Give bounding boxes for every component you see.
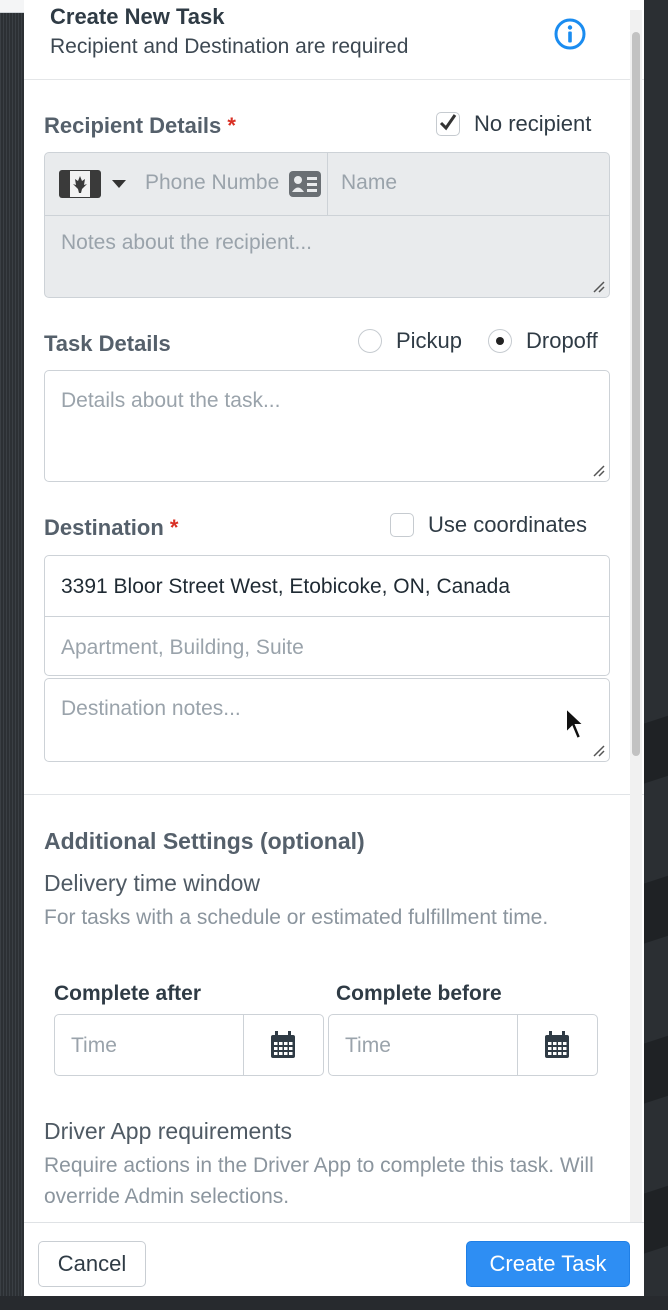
recipient-details-text: Recipient Details	[44, 113, 222, 138]
resize-handle-icon[interactable]	[593, 281, 605, 293]
resize-handle-icon[interactable]	[593, 465, 605, 477]
destination-notes-textarea[interactable]: Destination notes...	[44, 678, 610, 762]
pickup-label: Pickup	[396, 328, 463, 353]
no-recipient-option[interactable]: No recipient	[436, 111, 591, 137]
section-divider	[24, 794, 644, 795]
info-icon[interactable]	[554, 18, 586, 50]
destination-text: Destination	[44, 515, 164, 540]
chevron-down-icon	[112, 180, 126, 188]
checkmark-icon	[439, 114, 457, 131]
phone-input[interactable]: Phone Numbe	[145, 171, 279, 195]
panel-header: Create New Task Recipient and Destinatio…	[24, 0, 644, 80]
task-details-textarea[interactable]: Details about the task...	[44, 370, 610, 482]
dropoff-label: Dropoff	[526, 328, 598, 353]
panel-subtitle: Recipient and Destination are required	[50, 35, 409, 58]
pickup-option[interactable]: Pickup	[358, 328, 462, 354]
cancel-button[interactable]: Cancel	[38, 1241, 146, 1287]
recipient-group: Phone Numbe Name Notes about the recipie…	[44, 152, 610, 298]
use-coordinates-option[interactable]: Use coordinates	[390, 512, 587, 538]
resize-handle-icon[interactable]	[593, 745, 605, 757]
address-input[interactable]: 3391 Bloor Street West, Etobicoke, ON, C…	[44, 555, 610, 617]
panel-title: Create New Task	[50, 4, 225, 29]
scrollbar-thumb[interactable]	[632, 32, 640, 756]
map-background-right	[642, 0, 668, 1310]
no-recipient-label: No recipient	[474, 111, 592, 136]
apartment-placeholder: Apartment, Building, Suite	[61, 636, 304, 659]
calendar-icon[interactable]	[544, 1031, 570, 1059]
complete-after-label: Complete after	[54, 982, 202, 1005]
map-bottom-strip	[0, 1296, 668, 1310]
dropoff-option[interactable]: Dropoff	[488, 328, 598, 354]
destination-label: Destination *	[44, 515, 178, 541]
use-coordinates-label: Use coordinates	[428, 512, 587, 537]
additional-settings-title: Additional Settings (optional)	[44, 828, 365, 854]
panel-footer: Cancel Create Task	[24, 1222, 644, 1296]
calendar-icon[interactable]	[270, 1031, 296, 1059]
scrollbar[interactable]	[630, 10, 642, 1224]
country-selector[interactable]	[59, 169, 131, 199]
no-recipient-checkbox[interactable]	[436, 112, 460, 136]
dropoff-radio[interactable]	[488, 329, 512, 353]
apartment-input[interactable]: Apartment, Building, Suite	[44, 616, 610, 676]
required-mark: *	[169, 515, 179, 540]
recipient-row: Phone Numbe Name	[45, 153, 609, 216]
driver-app-title: Driver App requirements	[44, 1118, 292, 1144]
delivery-window-help: For tasks with a schedule or estimated f…	[44, 906, 549, 929]
mouse-cursor-icon	[565, 706, 586, 741]
canada-flag-icon	[59, 170, 101, 198]
time-placeholder: Time	[345, 1034, 391, 1057]
recipient-details-label: Recipient Details *	[44, 113, 236, 139]
contact-card-icon[interactable]	[289, 171, 321, 197]
complete-after-time-input[interactable]: Time	[54, 1014, 324, 1076]
destination-notes-placeholder: Destination notes...	[61, 697, 241, 720]
name-input[interactable]: Name	[341, 171, 397, 195]
complete-before-time-input[interactable]: Time	[328, 1014, 598, 1076]
address-value: 3391 Bloor Street West, Etobicoke, ON, C…	[61, 575, 511, 598]
recipient-notes-textarea[interactable]: Notes about the recipient...	[61, 231, 312, 255]
map-background-left	[0, 0, 24, 1310]
complete-before-label: Complete before	[336, 982, 502, 1005]
pickup-radio[interactable]	[358, 329, 382, 353]
use-coordinates-checkbox[interactable]	[390, 513, 414, 537]
create-task-button[interactable]: Create Task	[466, 1241, 630, 1287]
driver-app-help: Require actions in the Driver App to com…	[44, 1154, 594, 1208]
create-task-panel: Create New Task Recipient and Destinatio…	[24, 0, 644, 1296]
required-mark: *	[227, 113, 236, 138]
task-details-label: Task Details	[44, 331, 171, 356]
delivery-window-title: Delivery time window	[44, 870, 261, 896]
task-details-placeholder: Details about the task...	[61, 389, 281, 412]
time-placeholder: Time	[71, 1034, 117, 1057]
